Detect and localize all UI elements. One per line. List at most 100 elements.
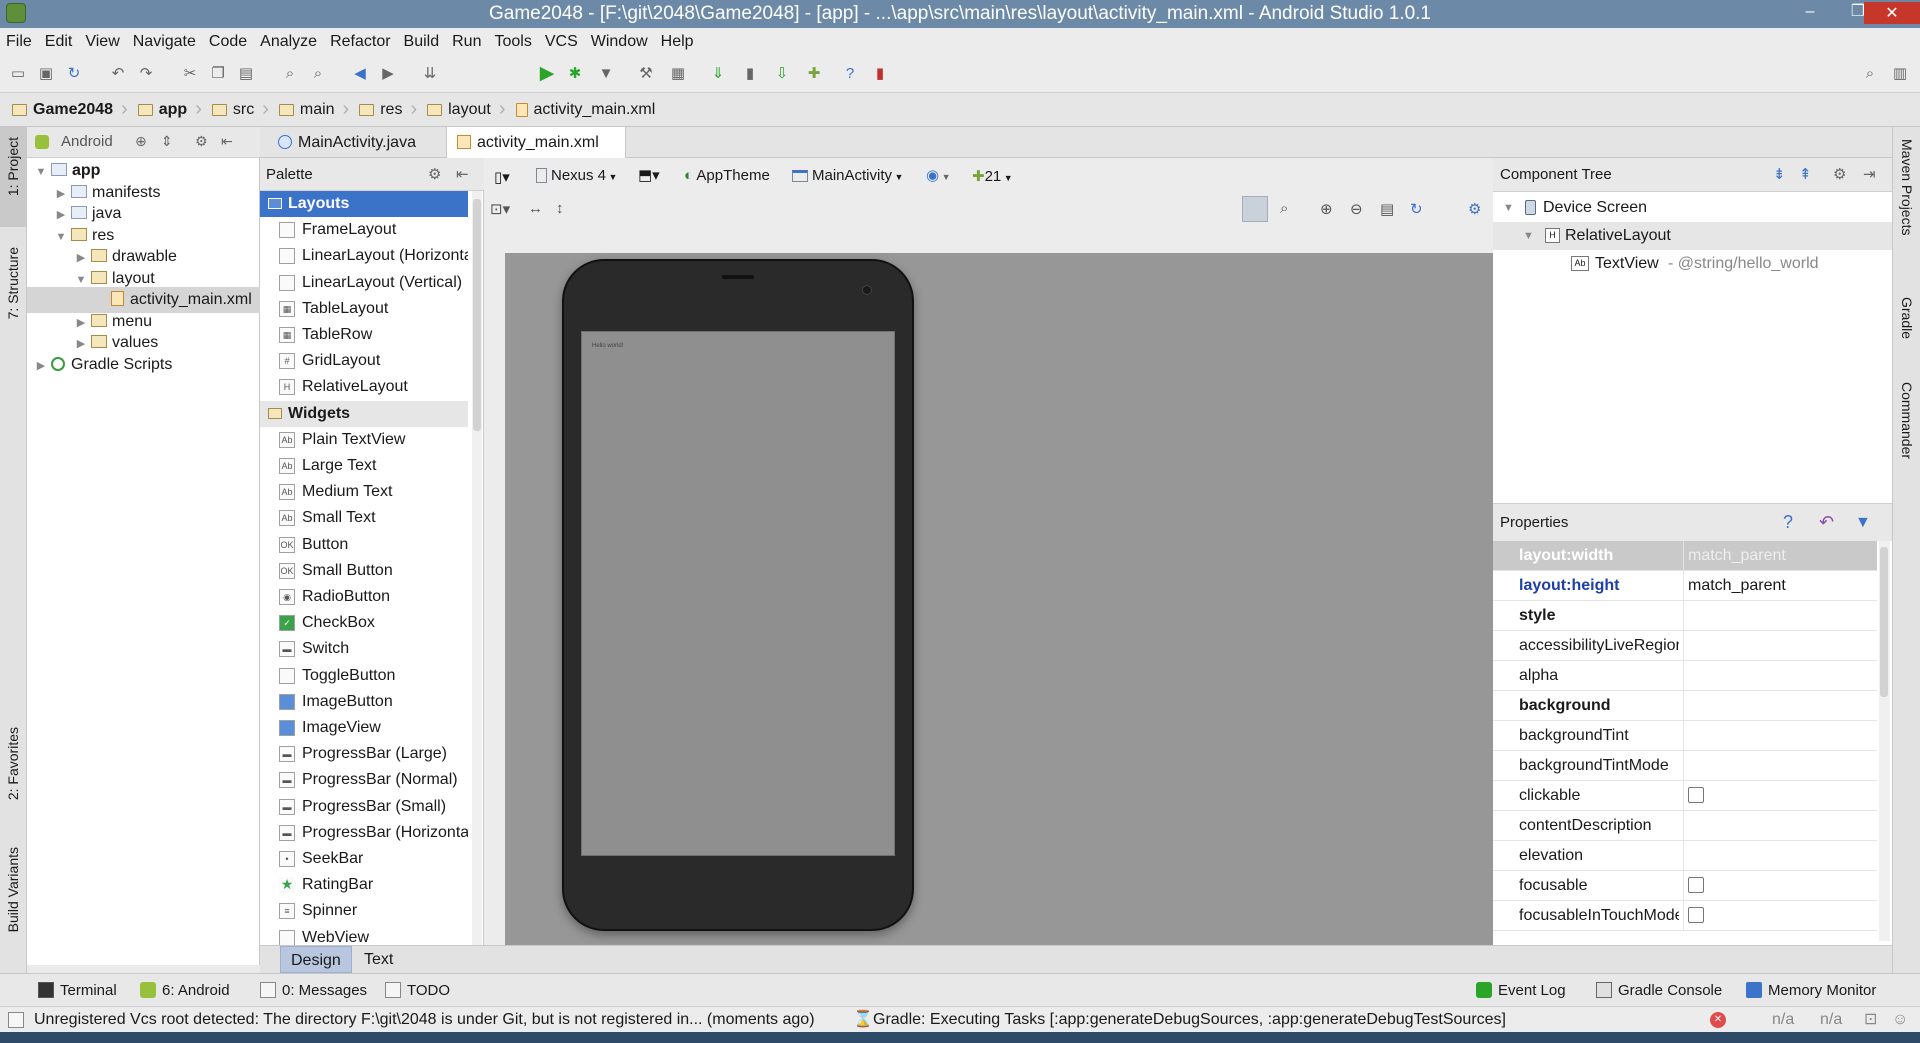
forward-icon[interactable]: ▶ xyxy=(378,64,398,84)
settings-gear-icon[interactable]: ⚙ xyxy=(428,158,441,191)
property-value[interactable] xyxy=(1683,721,1873,751)
help-icon[interactable]: ? xyxy=(840,64,860,84)
palette-item[interactable]: ▬ ProgressBar (Normal) xyxy=(260,767,468,793)
palette-scroll-thumb[interactable] xyxy=(473,199,481,431)
palette-category[interactable]: Widgets xyxy=(260,400,468,427)
hide-panel-icon[interactable]: ⇤ xyxy=(456,158,469,191)
cancel-task-icon[interactable]: ✕ xyxy=(1710,1012,1726,1028)
property-row[interactable]: accessibilityLiveRegion xyxy=(1493,631,1877,661)
palette-item[interactable]: ✓ CheckBox xyxy=(260,610,468,636)
activity-select[interactable]: MainActivity ▼ xyxy=(792,167,903,184)
paste-icon[interactable]: ▤ xyxy=(236,64,256,84)
zoom-in-icon[interactable]: ⊕ xyxy=(1320,200,1333,218)
editor-tab[interactable]: activity_main.xml ✕ xyxy=(446,127,626,182)
project-view-select[interactable]: Android xyxy=(61,133,113,150)
breadcrumb-item[interactable]: app › xyxy=(137,98,208,121)
structure-tool-tab[interactable]: 7: Structure xyxy=(5,247,21,319)
sync-icon[interactable]: ↻ xyxy=(64,64,84,84)
menu-view[interactable]: View xyxy=(85,33,119,51)
android-tool-tab[interactable]: 6: Android xyxy=(140,974,230,1007)
attach-debugger-icon[interactable]: ▼ xyxy=(596,64,616,84)
breadcrumb-item[interactable]: Game2048 › xyxy=(12,98,134,121)
tree-node-device-screen[interactable]: ▼ Device Screen xyxy=(1493,194,1892,222)
property-value[interactable]: match_parent xyxy=(1683,571,1873,601)
scroll-from-source-icon[interactable]: ⊕ xyxy=(135,133,147,150)
make-project-icon[interactable]: ⇊ xyxy=(420,64,440,84)
property-value[interactable] xyxy=(1683,871,1873,901)
hello-world-textview[interactable]: Hello world! xyxy=(592,343,623,349)
android-device-monitor-icon[interactable]: ▮ xyxy=(870,64,890,84)
cut-icon[interactable]: ✂ xyxy=(180,64,200,84)
debug-icon[interactable]: ✱ xyxy=(565,64,585,84)
search-everywhere-icon[interactable]: ⌕ xyxy=(1860,64,1880,84)
property-row[interactable]: contentDescription xyxy=(1493,811,1877,841)
device-screen[interactable] xyxy=(581,331,895,856)
zoom-out-icon[interactable]: ⊖ xyxy=(1350,200,1363,218)
breadcrumb-item[interactable]: src › xyxy=(211,98,275,121)
tree-item[interactable]: ▶ Gradle Scripts xyxy=(27,352,260,378)
event-log-tool-tab[interactable]: Event Log xyxy=(1476,974,1566,1007)
theme-select[interactable]: ◐ AppTheme xyxy=(684,167,770,184)
breadcrumb-item[interactable]: activity_main.xml xyxy=(515,101,655,119)
palette-item[interactable]: ▦ TableLayout xyxy=(260,296,468,322)
menu-file[interactable]: File xyxy=(6,33,32,51)
property-row[interactable]: layout:height match_parent xyxy=(1493,571,1877,601)
api-select[interactable]: ✚21 ▼ xyxy=(972,167,1013,185)
palette-item[interactable]: H RelativeLayout xyxy=(260,374,468,400)
restore-default-icon[interactable]: ↶ xyxy=(1819,504,1834,541)
palette-item[interactable]: ImageView xyxy=(260,715,468,741)
terminal-tool-tab[interactable]: Terminal xyxy=(38,974,117,1007)
gradle-tool-tab[interactable]: Gradle xyxy=(1899,297,1915,339)
palette-item[interactable]: ≡ Spinner xyxy=(260,898,468,924)
device-config-icon[interactable]: ▯▾ xyxy=(494,168,510,186)
maven-projects-tool-tab[interactable]: Maven Projects xyxy=(1899,139,1915,235)
expand-all-icon[interactable]: ⇟ xyxy=(1773,158,1786,192)
avd-manager-icon[interactable]: ▮ xyxy=(740,64,760,84)
palette-item[interactable]: ▬ ProgressBar (Small) xyxy=(260,794,468,820)
favorites-tool-tab[interactable]: 2: Favorites xyxy=(5,727,21,800)
save-all-icon[interactable]: ▣ xyxy=(36,64,56,84)
palette-category[interactable]: Layouts xyxy=(260,191,468,217)
palette-item[interactable]: Ab Large Text xyxy=(260,453,468,479)
palette-item[interactable]: FrameLayout xyxy=(260,217,468,243)
palette-item[interactable]: ▬ ProgressBar (Large) xyxy=(260,741,468,767)
lock-icon[interactable]: ⊡ xyxy=(1864,1007,1877,1033)
filter-icon[interactable]: ▼ xyxy=(1855,504,1871,541)
breadcrumb-item[interactable]: main › xyxy=(278,98,355,121)
device-select[interactable]: Nexus 4 ▼ xyxy=(536,167,617,184)
palette-item[interactable]: • SeekBar xyxy=(260,846,468,872)
sdk-manager-icon[interactable]: ▦ xyxy=(668,64,688,84)
sdk-download-icon[interactable]: ⇩ xyxy=(772,64,792,84)
property-row[interactable]: clickable xyxy=(1493,781,1877,811)
build-variants-tool-tab[interactable]: Build Variants xyxy=(5,847,21,932)
property-value[interactable] xyxy=(1683,781,1873,811)
palette-item[interactable]: ▦ TableRow xyxy=(260,322,468,348)
redo-icon[interactable]: ↷ xyxy=(136,64,156,84)
property-value[interactable] xyxy=(1683,751,1873,781)
settings-gear-icon[interactable]: ⚙ xyxy=(195,133,208,150)
property-value[interactable]: match_parent xyxy=(1683,541,1873,571)
breadcrumb-item[interactable]: layout › xyxy=(427,98,511,121)
editor-tab[interactable]: MainActivity.java xyxy=(268,127,438,158)
palette-item[interactable]: ImageButton xyxy=(260,689,468,715)
status-toggle-icon[interactable] xyxy=(8,1012,24,1028)
gradle-console-tool-tab[interactable]: Gradle Console xyxy=(1596,974,1722,1007)
tab-design[interactable]: Design xyxy=(280,946,352,973)
memory-monitor-tool-tab[interactable]: Memory Monitor xyxy=(1746,974,1876,1007)
properties-scrollbar[interactable] xyxy=(1879,541,1890,941)
breadcrumb-item[interactable]: res › xyxy=(359,98,423,121)
menu-window[interactable]: Window xyxy=(591,33,648,51)
menu-run[interactable]: Run xyxy=(452,33,481,51)
property-row[interactable]: backgroundTintMode xyxy=(1493,751,1877,781)
checkbox[interactable] xyxy=(1688,907,1704,923)
commander-tool-tab[interactable]: Commander xyxy=(1899,382,1915,459)
tree-node-relativelayout[interactable]: ▼ H RelativeLayout xyxy=(1493,222,1892,250)
palette-item[interactable]: ▬ Switch xyxy=(260,636,468,662)
palette-item[interactable]: ToggleButton xyxy=(260,663,468,689)
menu-tools[interactable]: Tools xyxy=(494,33,531,51)
locale-icon[interactable]: ◉ ▼ xyxy=(926,166,951,184)
property-row[interactable]: elevation xyxy=(1493,841,1877,871)
refresh-icon[interactable]: ↻ xyxy=(1410,200,1423,218)
settings-gear-icon[interactable]: ⚙ xyxy=(1468,200,1481,218)
palette-item[interactable]: OK Small Button xyxy=(260,558,468,584)
